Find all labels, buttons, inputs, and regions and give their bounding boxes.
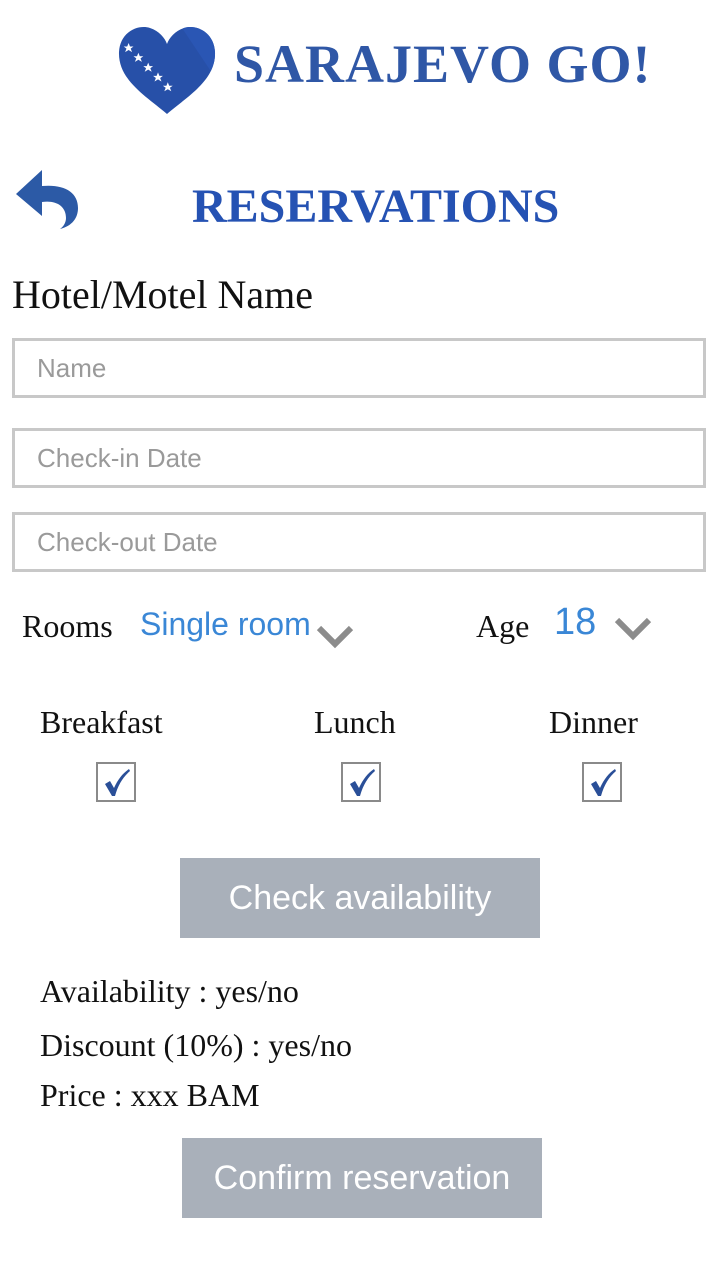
hotel-name-label: Hotel/Motel Name <box>12 272 314 317</box>
checkmark-icon <box>350 769 375 796</box>
price-result: Price : xxx BAM <box>40 1077 260 1113</box>
dinner-label: Dinner <box>549 704 638 740</box>
lunch-label: Lunch <box>314 704 396 740</box>
breakfast-label: Breakfast <box>40 704 163 740</box>
back-arrow-icon[interactable] <box>14 168 80 230</box>
check-availability-button[interactable]: Check availability <box>180 858 540 938</box>
name-input[interactable] <box>12 338 706 398</box>
page-title: RESERVATIONS <box>192 180 560 233</box>
age-select-value[interactable]: 18 <box>554 600 596 644</box>
rooms-label: Rooms <box>22 608 113 644</box>
rooms-select-value[interactable]: Single room <box>140 604 311 644</box>
chevron-down-icon[interactable] <box>614 616 652 642</box>
checkin-date-input[interactable] <box>12 428 706 488</box>
dinner-checkbox[interactable] <box>582 762 622 802</box>
brand-name: SARAJEVO GO! <box>234 34 652 94</box>
checkmark-icon <box>105 769 130 796</box>
chevron-down-icon[interactable] <box>316 624 354 650</box>
discount-result: Discount (10%) : yes/no <box>40 1027 352 1063</box>
heart-flag-logo-icon <box>116 22 218 116</box>
confirm-reservation-button[interactable]: Confirm reservation <box>182 1138 542 1218</box>
checkmark-icon <box>591 769 616 796</box>
checkout-date-input[interactable] <box>12 512 706 572</box>
availability-result: Availability : yes/no <box>40 973 299 1009</box>
lunch-checkbox[interactable] <box>341 762 381 802</box>
age-label: Age <box>476 608 530 644</box>
breakfast-checkbox[interactable] <box>96 762 136 802</box>
